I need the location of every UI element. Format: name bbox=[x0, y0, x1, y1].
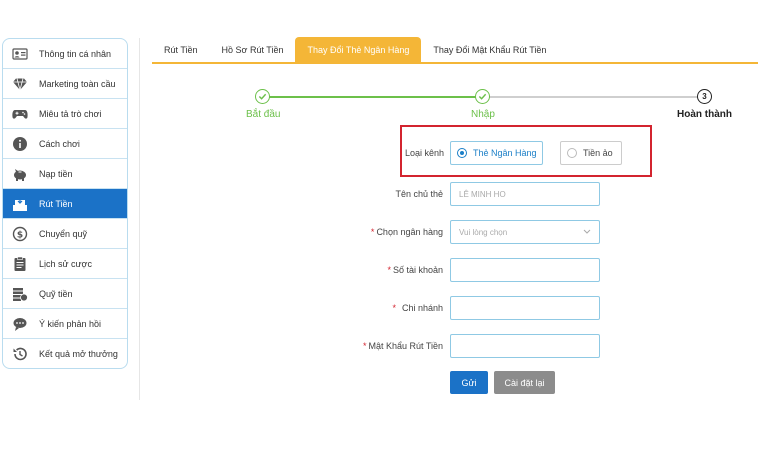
tab-change-withdraw-password[interactable]: Thay Đổi Mật Khẩu Rút Tiền bbox=[421, 37, 558, 62]
sidebar: Thông tin cá nhân Marketing toàn cầu Miê… bbox=[2, 38, 128, 369]
step-1-check-icon bbox=[255, 89, 270, 104]
sidebar-item-game-description[interactable]: Miêu tả trò chơi bbox=[3, 99, 127, 129]
content-divider bbox=[139, 38, 140, 400]
tab-withdraw[interactable]: Rút Tiền bbox=[152, 37, 210, 62]
channel-type-label: Loại kênh bbox=[404, 148, 444, 158]
sidebar-item-label: Kết quả mở thưởng bbox=[39, 349, 118, 359]
sidebar-item-withdraw[interactable]: Rút Tiền bbox=[3, 189, 127, 219]
tab-bar: Rút Tiền Hồ Sơ Rút Tiền Thay Đổi Thẻ Ngâ… bbox=[152, 37, 758, 64]
branch-label: * Chi nhánh bbox=[392, 303, 443, 313]
step-3-number-text: 3 bbox=[702, 92, 707, 101]
bank-select-label-text: Chọn ngân hàng bbox=[376, 227, 443, 237]
tab-change-bank-card[interactable]: Thay Đổi Thẻ Ngân Hàng bbox=[295, 37, 422, 62]
sidebar-item-label: Cách chơi bbox=[39, 138, 80, 149]
info-icon bbox=[11, 136, 29, 152]
bank-select[interactable]: Vui lòng chọn bbox=[450, 220, 600, 244]
radio-selected-icon bbox=[457, 148, 467, 158]
holder-name-value: LÊ MINH HO bbox=[459, 189, 506, 199]
chevron-down-icon bbox=[583, 228, 591, 237]
step-2-check-icon bbox=[475, 89, 490, 104]
diamond-icon bbox=[11, 76, 29, 92]
step-3-label: Hoàn thành bbox=[677, 109, 732, 120]
bank-select-placeholder: Vui lòng chọn bbox=[459, 227, 508, 237]
sidebar-item-label: Rút Tiền bbox=[39, 198, 73, 209]
channel-option-label: Tiền ảo bbox=[583, 148, 613, 158]
sidebar-item-deposit[interactable]: Nạp tiền bbox=[3, 159, 127, 189]
sidebar-item-label: Quỹ tiền bbox=[39, 288, 73, 299]
reset-button[interactable]: Cài đặt lại bbox=[494, 371, 555, 394]
sidebar-item-label: Miêu tả trò chơi bbox=[39, 108, 102, 119]
user-card-icon bbox=[11, 46, 29, 62]
sidebar-item-label: Ý kiến phản hồi bbox=[39, 318, 102, 329]
account-number-field[interactable] bbox=[450, 258, 600, 282]
channel-option-label: Thẻ Ngân Hàng bbox=[473, 148, 537, 158]
withdraw-password-label: * Mật Khẩu Rút Tiền bbox=[362, 341, 443, 351]
holder-name-field[interactable]: LÊ MINH HO bbox=[450, 182, 600, 206]
holder-name-label: Tên chủ thẻ bbox=[395, 189, 443, 199]
step-line-pending bbox=[483, 96, 704, 98]
gamepad-icon bbox=[11, 106, 29, 122]
dollar-coin-icon: $ bbox=[11, 226, 29, 242]
sidebar-item-fund[interactable]: Quỹ tiền bbox=[3, 279, 127, 309]
history-icon bbox=[11, 346, 29, 362]
bank-select-label: * Chọn ngân hàng bbox=[370, 227, 443, 237]
sidebar-item-label: Thông tin cá nhân bbox=[39, 48, 112, 59]
withdraw-password-field[interactable] bbox=[450, 334, 600, 358]
chat-bubble-icon bbox=[11, 316, 29, 332]
sidebar-item-how-to-play[interactable]: Cách chơi bbox=[3, 129, 127, 159]
account-number-label: * Số tài khoản bbox=[387, 265, 443, 275]
branch-field[interactable] bbox=[450, 296, 600, 320]
sidebar-item-bet-history[interactable]: Lịch sử cược bbox=[3, 249, 127, 279]
sidebar-item-results[interactable]: Kết quả mở thưởng bbox=[3, 339, 127, 368]
step-3-number: 3 bbox=[697, 89, 712, 104]
channel-option-virtual-currency[interactable]: Tiền ảo bbox=[560, 141, 622, 165]
step-line-done bbox=[262, 96, 483, 98]
sidebar-item-marketing[interactable]: Marketing toàn cầu bbox=[3, 69, 127, 99]
radio-unselected-icon bbox=[567, 148, 577, 158]
branch-label-text: Chi nhánh bbox=[401, 303, 443, 313]
withdraw-icon bbox=[11, 196, 29, 212]
submit-button[interactable]: Gửi bbox=[450, 371, 488, 394]
sidebar-item-label: Marketing toàn cầu bbox=[39, 78, 116, 89]
step-1-label: Bắt đầu bbox=[246, 109, 281, 120]
sidebar-item-label: Nạp tiền bbox=[39, 168, 73, 179]
sidebar-item-feedback[interactable]: Ý kiến phản hồi bbox=[3, 309, 127, 339]
account-number-label-text: Số tài khoản bbox=[392, 265, 443, 275]
clipboard-icon bbox=[11, 256, 29, 272]
step-2-label: Nhập bbox=[471, 109, 495, 120]
money-stack-icon bbox=[11, 286, 29, 302]
sidebar-item-label: Chuyển quỹ bbox=[39, 228, 88, 239]
channel-option-bank-card[interactable]: Thẻ Ngân Hàng bbox=[450, 141, 543, 165]
sidebar-item-label: Lịch sử cược bbox=[39, 258, 92, 269]
piggy-bank-icon bbox=[11, 166, 29, 182]
withdraw-password-label-text: Mật Khẩu Rút Tiền bbox=[368, 341, 443, 351]
sidebar-item-profile[interactable]: Thông tin cá nhân bbox=[3, 39, 127, 69]
svg-text:$: $ bbox=[17, 230, 23, 240]
tab-withdraw-profile[interactable]: Hồ Sơ Rút Tiền bbox=[210, 37, 296, 62]
sidebar-item-transfer[interactable]: $ Chuyển quỹ bbox=[3, 219, 127, 249]
